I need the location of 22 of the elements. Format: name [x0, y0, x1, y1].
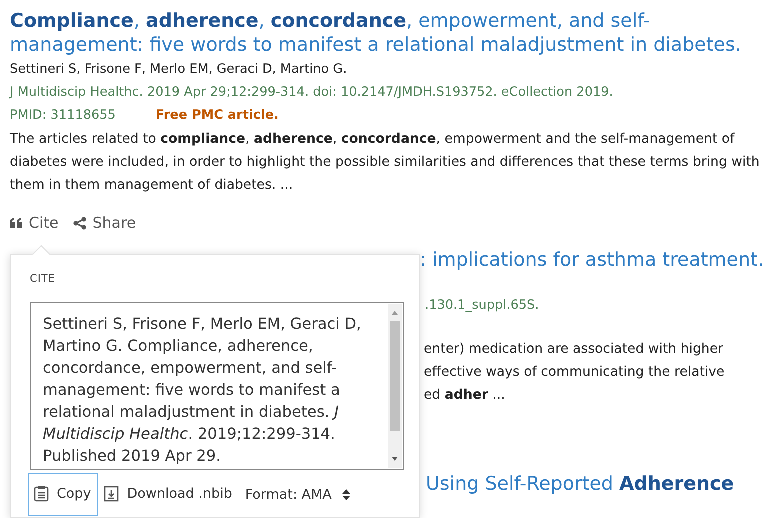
article-title-link[interactable]: Compliance, adherence, concordance, empowerment, and self-management: five words to manifest a relational maladjustment in diabetes. — [10, 9, 775, 57]
authors-text: Settineri S, Frisone F, Merlo EM, Geraci D, Martino G. — [10, 61, 348, 79]
quote-icon — [10, 218, 23, 228]
format-select[interactable]: Format: AMA — [245, 486, 351, 502]
pmid-text: PMID: 31118655 — [10, 107, 116, 125]
scrollbar[interactable] — [388, 304, 402, 468]
citation-text: J Multidiscip Healthc. 2019 Apr 29;12:299-314. doi: 10.2147/JMDH.S193752. eCollection 2019. — [10, 84, 614, 102]
free-article-label: Free PMC article. — [156, 107, 279, 125]
copy-button[interactable]: Copy — [28, 473, 98, 516]
abstract-snippet: The articles related to compliance, adherence, concordance, empowerment and the self-management of diabetes were included, in order to highlight the possible similarities and differences that these terms bring with them in them management of diabetes. ... — [10, 131, 761, 195]
article-title-link[interactable]: : implications for asthma treatment. — [420, 246, 780, 274]
article-title-link[interactable]: Using Self-Reported Adherence — [420, 470, 780, 498]
sort-arrows-icon — [342, 488, 351, 500]
cite-link[interactable]: Cite — [10, 214, 59, 232]
citation-text: .130.1_suppl.65S. — [424, 297, 540, 315]
share-icon — [72, 216, 87, 230]
citation-field[interactable]: Settineri S, Frisone F, Merlo EM, Geraci D, Martino G. Compliance, adherence, concordance, empowerment, and self-management: five words to manifest a relational maladjustment in diabetes. J Multidiscip Healthc. 2019;12:299-314. Published 2019 Apr 29. — [30, 302, 404, 470]
abstract-snippet: enter) medication are associated with higher effective ways of communicating the relative ed adher ... — [423, 341, 726, 405]
clipboard-icon — [34, 486, 49, 502]
share-link[interactable]: Share — [72, 214, 136, 232]
popup-heading: CITE — [30, 272, 56, 286]
download-icon — [104, 486, 120, 502]
